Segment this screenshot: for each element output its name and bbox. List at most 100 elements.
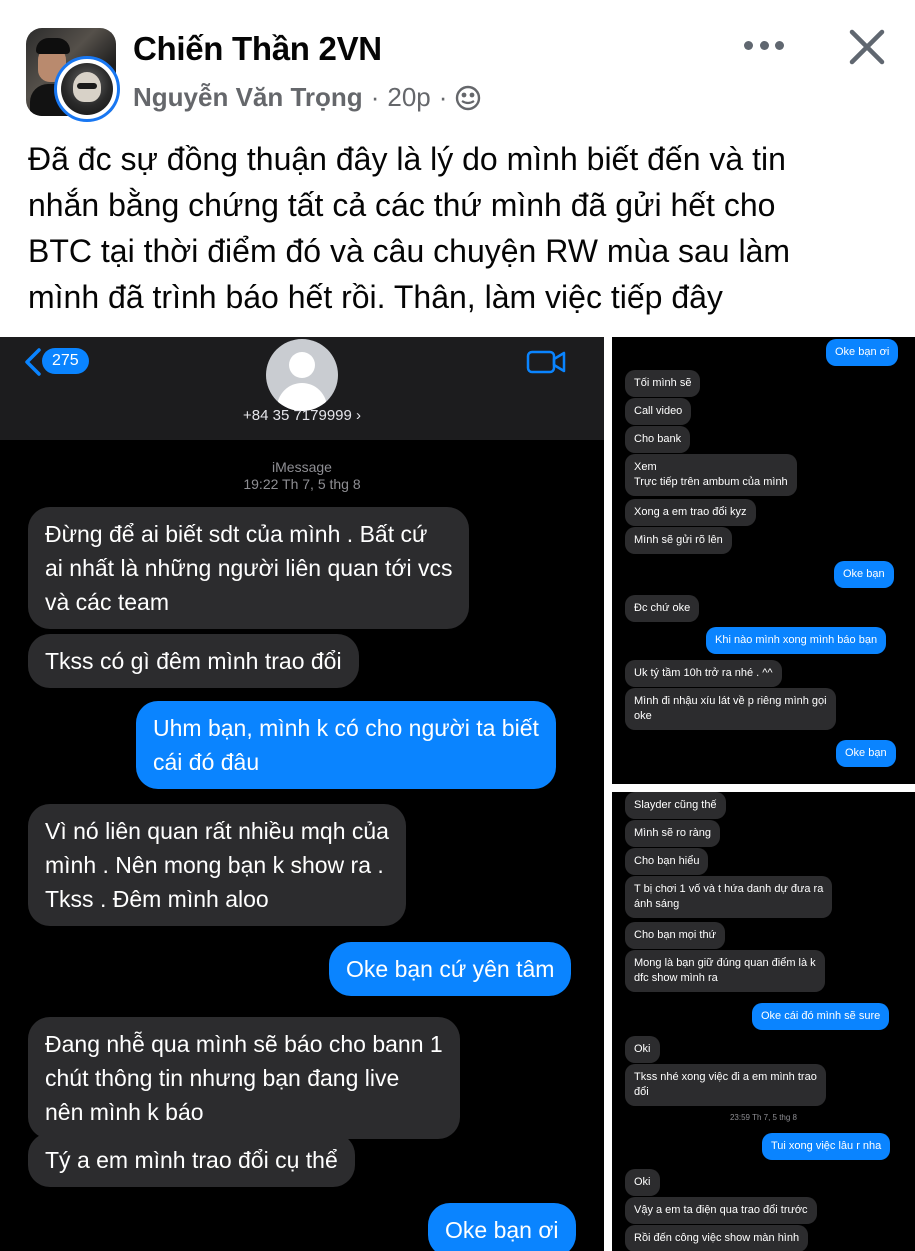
message-line: Xong a em trao đổi kyz <box>634 506 747 518</box>
service-label: iMessage <box>272 459 332 475</box>
conversation-timestamp: 23:59 Th 7, 5 thg 8 <box>729 1113 797 1122</box>
author-name-link[interactable]: Nguyễn Văn Trọng <box>133 82 363 113</box>
post-text-line: BTC tại thời điểm đó và câu chuyện RW mù… <box>28 233 791 269</box>
post-time-link[interactable]: 20p <box>387 82 430 113</box>
message-line: Tkss có gì đêm mình trao đổi <box>45 648 342 674</box>
message-bubble-received: Rồi đến công việc show màn hình <box>625 1225 809 1251</box>
message-bubble-received: Oki <box>625 1036 660 1063</box>
post-text-line: mình đã trình báo hết rồi. Thân, làm việ… <box>28 279 723 315</box>
message-line: Tkss nhé xong việc đi a em mình trao <box>634 1071 817 1083</box>
message-bubble-received: Call video <box>625 398 692 425</box>
message-bubble-sent: Khi nào mình xong mình báo bạn <box>706 627 887 654</box>
meta-separator: · <box>370 82 380 112</box>
message-line: ai nhất là những người liên quan tới vcs <box>45 555 453 581</box>
close-icon[interactable] <box>846 26 888 68</box>
message-bubble-received: Mình sẽ ro ràng <box>625 820 721 847</box>
globe-icon[interactable] <box>455 85 481 111</box>
message-bubble-received: Đừng để ai biết sdt của mình . Bất cứ ai… <box>28 507 470 629</box>
message-line: Slayder cũng thế <box>634 799 717 811</box>
group-avatar-stack[interactable] <box>26 28 121 123</box>
message-bubble-received: Mong là bạn giữ đúng quan điểm là k dfc … <box>625 950 825 992</box>
message-line: Tối mình sẽ <box>634 377 692 389</box>
message-bubble-sent: Oke bạn <box>834 561 894 588</box>
message-bubble-received: Đc chứ oke <box>625 595 700 622</box>
message-line: chút thông tin nhưng bạn đang live <box>45 1065 400 1091</box>
message-line: Mình sẽ gửi rõ lên <box>634 534 723 546</box>
message-line: Oke bạn cứ yên tâm <box>346 956 555 982</box>
message-line: và các team <box>45 589 169 615</box>
message-bubble-received: Slayder cũng thế <box>625 792 726 819</box>
message-bubble-sent: Oke bạn ơi <box>428 1203 576 1251</box>
message-line: Vậy a em ta điện qua trao đổi trước <box>634 1204 808 1216</box>
message-bubble-received: Oki <box>625 1169 660 1196</box>
message-line: Khi nào mình xong mình báo bạn <box>715 634 878 646</box>
message-bubble-received: Uk tý tầm 10h trở ra nhé . ^^ <box>625 660 782 687</box>
post-text-line: nhắn bằng chứng tất cả các thứ mình đã g… <box>28 187 776 223</box>
back-chevron-icon <box>25 348 41 376</box>
imessage-screenshot: 275 +84 35 7179999 › iMessage 19:22 Th 7… <box>0 337 604 1251</box>
message-bubble-sent: Oke bạn <box>836 740 896 767</box>
message-bubble-received: Cho bank <box>625 426 691 453</box>
message-line: Oki <box>634 1176 651 1188</box>
message-header: 275 +84 35 7179999 › <box>0 337 604 440</box>
post-text-line: Đã đc sự đồng thuận đây là lý do mình bi… <box>28 141 786 177</box>
message-bubble-received: Vậy a em ta điện qua trao đổi trước <box>625 1197 817 1224</box>
message-line: oke <box>634 710 652 722</box>
message-line: Tkss . Đêm mình aloo <box>45 886 269 912</box>
message-bubble-received: Cho bạn hiểu <box>625 848 709 875</box>
message-bubble-received: T bị chơi 1 vố và t hứa danh dự đưa ra á… <box>625 876 833 918</box>
message-line: Đừng để ai biết sdt của mình . Bất cứ <box>45 521 428 547</box>
message-bubble-sent: Oke bạn cứ yên tâm <box>329 942 572 996</box>
author-avatar[interactable] <box>54 56 120 122</box>
message-line: cái đó đâu <box>153 749 260 775</box>
group-name-link[interactable]: Chiến Thần 2VN <box>133 30 382 68</box>
message-line: Oke bạn ơi <box>445 1217 559 1243</box>
post-header: Chiến Thần 2VN Nguyễn Văn Trọng · 20p · <box>0 0 915 123</box>
imessage-service-label: iMessage 19:22 Th 7, 5 thg 8 <box>0 459 604 493</box>
collage-divider <box>604 337 612 1251</box>
post-photo[interactable]: 275 +84 35 7179999 › iMessage 19:22 Th 7… <box>0 337 915 1251</box>
message-line: mình . Nên mong bạn k show ra . <box>45 852 384 878</box>
post-text: Đã đc sự đồng thuận đây là lý do mình bi… <box>28 136 898 320</box>
message-line: T bị chơi 1 vố và t hứa danh dự đưa ra <box>634 883 824 895</box>
message-bubble-received: Tkss nhé xong việc đi a em mình trao đổi <box>625 1064 826 1106</box>
unread-count-badge: 275 <box>42 348 89 374</box>
contact-avatar <box>266 339 338 411</box>
message-line: Cho bạn mọi thứ <box>634 929 716 941</box>
message-bubble-sent: Uhm bạn, mình k có cho người ta biết cái… <box>136 701 556 789</box>
message-bubble-received: Vì nó liên quan rất nhiều mqh của mình .… <box>28 804 406 926</box>
meta-separator: · <box>438 82 448 112</box>
message-line: Uhm bạn, mình k có cho người ta biết <box>153 715 539 741</box>
message-line: Tý a em mình trao đổi cụ thể <box>45 1147 338 1173</box>
more-options-icon[interactable] <box>744 30 784 60</box>
chat-screenshot-top: Oke bạn ơi Tối mình sẽ Call video Cho ba… <box>612 337 915 784</box>
message-line: Vì nó liên quan rất nhiều mqh của <box>45 818 389 844</box>
message-line: nên mình k báo <box>45 1099 204 1125</box>
message-bubble-received: Mình sẽ gửi rõ lên <box>625 527 732 554</box>
video-call-icon <box>526 350 566 374</box>
message-line: Rồi đến công việc show màn hình <box>634 1232 800 1244</box>
conversation-timestamp: 19:22 Th 7, 5 thg 8 <box>243 476 361 492</box>
message-line: Cho bạn hiểu <box>634 855 700 867</box>
message-line: Tui xong việc lâu r nha <box>771 1140 882 1152</box>
message-line: Oke bạn ơi <box>835 346 890 358</box>
message-line: Mình sẽ ro ràng <box>634 827 712 839</box>
message-line: Đang nhễ qua mình sẽ báo cho bann 1 <box>45 1031 443 1057</box>
collage-divider <box>612 784 915 792</box>
message-line: ánh sáng <box>634 898 680 910</box>
message-line: Đc chứ oke <box>634 602 691 614</box>
message-bubble-sent: Oke cái đó mình sẽ sure <box>752 1003 890 1030</box>
message-bubble-received: Tý a em mình trao đổi cụ thể <box>28 1133 355 1187</box>
message-bubble-received: Đang nhễ qua mình sẽ báo cho bann 1 chút… <box>28 1017 460 1139</box>
message-line: Oke cái đó mình sẽ sure <box>761 1010 881 1022</box>
message-line: Oki <box>634 1043 651 1055</box>
message-line: đổi <box>634 1086 649 1098</box>
message-line: dfc show mình ra <box>634 972 718 984</box>
chat-screenshot-bottom: Slayder cũng thế Mình sẽ ro ràng Cho bạn… <box>612 792 915 1251</box>
message-line: Xem <box>634 461 657 473</box>
message-bubble-sent: Oke bạn ơi <box>826 339 899 366</box>
message-bubble-received: Cho bạn mọi thứ <box>625 922 725 949</box>
message-line: Call video <box>634 405 683 417</box>
post-meta: Nguyễn Văn Trọng · 20p · <box>133 82 481 113</box>
message-bubble-received: Xem Trực tiếp trên ambum của mình <box>625 454 797 496</box>
